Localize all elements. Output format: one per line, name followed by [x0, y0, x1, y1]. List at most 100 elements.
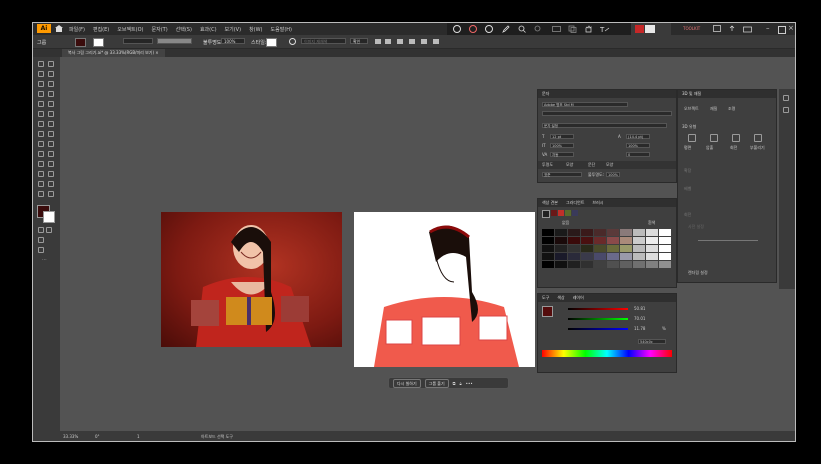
swatch-cell[interactable] [607, 253, 619, 260]
menu-object[interactable]: 오브젝트(O) [117, 26, 143, 33]
color-fill-box[interactable] [542, 306, 553, 317]
more-tools-icon[interactable]: ··· [42, 257, 47, 263]
traced-artboard[interactable] [354, 212, 535, 367]
align-icons[interactable] [373, 37, 443, 46]
blend-tool-icon[interactable] [48, 161, 54, 167]
scale-tool-icon[interactable] [48, 121, 54, 127]
swatch-cell[interactable] [620, 237, 632, 244]
swatch-cell[interactable] [568, 237, 580, 244]
zoom-icon[interactable] [518, 25, 526, 33]
swatch-cell[interactable] [594, 261, 606, 268]
regenerate-button[interactable]: 다시 칠하기 [393, 378, 421, 388]
red-value[interactable]: 50.81 [634, 306, 645, 311]
mesh-tool-icon[interactable] [38, 151, 44, 157]
render-settings-label[interactable]: 렌더링 설정 [688, 270, 708, 275]
swatch-none[interactable] [542, 210, 550, 218]
recolor-field[interactable]: 이미지 재채색 [301, 38, 346, 44]
gradient-mode-icon[interactable] [46, 227, 52, 233]
document-tab[interactable]: 복사 그림 그리기.ai* @ 33.33%(RGB/미리 보기) × [62, 49, 165, 57]
pencil-tool-icon[interactable] [38, 111, 44, 117]
type-tool-icon[interactable] [38, 91, 44, 97]
eraser-tool-icon[interactable] [48, 111, 54, 117]
swatch-cell[interactable] [581, 237, 593, 244]
gradient-tool-icon[interactable] [48, 151, 54, 157]
swatch-grid[interactable] [542, 229, 674, 269]
text-tool-icon[interactable]: T [600, 25, 611, 33]
rotate-angle[interactable]: 0° [95, 434, 100, 439]
subtab-object[interactable]: 오브젝트 [684, 106, 699, 111]
inflate-type-icon[interactable] [754, 134, 762, 142]
swatch-cell[interactable] [620, 253, 632, 260]
tab-gradient[interactable]: 그라디언트 [566, 199, 584, 207]
horizontal-scale-field[interactable]: 100% [626, 143, 650, 148]
photo-artboard[interactable] [161, 212, 342, 347]
swatch-red[interactable] [558, 210, 564, 216]
swatch-darkred[interactable] [551, 210, 557, 216]
artboard-number[interactable]: 1 [137, 434, 140, 439]
revolve-type-icon[interactable] [732, 134, 740, 142]
menu-type[interactable]: 문자(T) [152, 26, 168, 33]
green-slider[interactable] [568, 318, 628, 320]
selection-tool-icon[interactable] [38, 61, 44, 67]
swatch-cell[interactable] [659, 237, 671, 244]
ungroup-button[interactable]: 그룹 풀기 [424, 378, 449, 388]
swatch-cell[interactable] [607, 245, 619, 252]
swatch-cell[interactable] [659, 261, 671, 268]
zoom-tool-icon[interactable] [48, 191, 54, 197]
lock-icon[interactable]: 🔒︎ [460, 381, 462, 386]
tab-tools[interactable]: 도구 [542, 294, 549, 302]
hex-field[interactable]: 540c0c [638, 339, 666, 344]
swatch-cell[interactable] [633, 237, 645, 244]
toolkit-badge[interactable]: TOOLKIT [683, 26, 700, 31]
swatch-cell[interactable] [633, 261, 645, 268]
character-search-field[interactable]: 문자 설정 [542, 123, 667, 128]
swatch-cell[interactable] [659, 253, 671, 260]
properties-dock-icon[interactable] [783, 95, 789, 101]
slice-tool-icon[interactable] [48, 181, 54, 187]
green-value[interactable]: 70.01 [634, 316, 645, 321]
tab-appearance[interactable]: 모양 [566, 162, 573, 167]
rectangle-tool-icon[interactable] [38, 101, 44, 107]
more-options-button[interactable]: ••• [466, 381, 473, 386]
magic-wand-tool-icon[interactable] [38, 71, 44, 77]
swatch-cell[interactable] [568, 261, 580, 268]
swatch-cell[interactable] [594, 237, 606, 244]
artboard-tool-icon[interactable] [38, 181, 44, 187]
extrude-type-icon[interactable] [710, 134, 718, 142]
tab-paragraph[interactable]: 문단 [588, 162, 595, 167]
layers-dock-icon[interactable] [783, 107, 789, 113]
hand-tool-icon[interactable] [38, 191, 44, 197]
tab-swatches[interactable]: 색상 견본 [542, 199, 558, 207]
menu-select[interactable]: 선택(S) [176, 26, 192, 33]
lasso-tool-icon[interactable] [48, 71, 54, 77]
swatch-cell[interactable] [607, 229, 619, 236]
direct-selection-tool-icon[interactable] [48, 61, 54, 67]
panel-opacity-field[interactable]: 100% [606, 172, 620, 177]
menu-edit[interactable]: 편집(E) [93, 26, 109, 33]
plane-type-icon[interactable] [688, 134, 696, 142]
swatch-navy[interactable] [572, 210, 578, 216]
opacity-field[interactable]: 100% [221, 38, 245, 44]
white-chip[interactable] [645, 25, 655, 33]
close-button[interactable]: × [788, 24, 794, 32]
swatch-cell[interactable] [581, 229, 593, 236]
stroke-weight-field[interactable] [123, 38, 153, 44]
swatch-cell[interactable] [555, 261, 567, 268]
arrange-icon[interactable] [743, 25, 752, 33]
copy-icon[interactable] [568, 25, 577, 33]
draw-mode-icon[interactable] [38, 237, 44, 243]
swatch-cell[interactable] [594, 229, 606, 236]
hand-icon[interactable] [584, 25, 593, 33]
cast-icon[interactable] [713, 25, 721, 33]
pen-tool-icon[interactable] [38, 81, 44, 87]
pen-icon[interactable] [502, 25, 510, 33]
color-spectrum[interactable] [542, 350, 672, 357]
share-icon[interactable] [728, 25, 736, 33]
subtab-material[interactable]: 재질 [710, 106, 717, 111]
symbol-sprayer-tool-icon[interactable] [38, 171, 44, 177]
fill-swatch[interactable] [75, 38, 86, 47]
paintbrush-tool-icon[interactable] [48, 101, 54, 107]
perspective-grid-tool-icon[interactable] [48, 141, 54, 147]
swatch-cell[interactable] [594, 245, 606, 252]
swatch-cell[interactable] [620, 229, 632, 236]
